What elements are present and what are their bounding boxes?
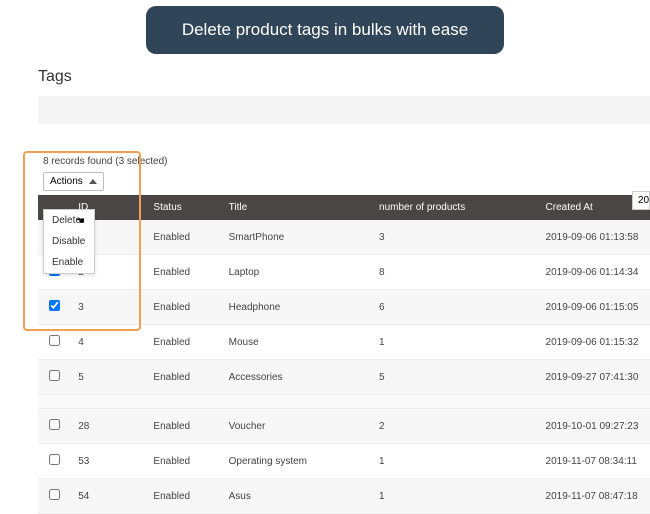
- table-row: 5EnabledAccessories52019-09-27 07:41:30: [38, 360, 650, 395]
- cell-num: 1: [371, 325, 538, 360]
- cell-title: Mouse: [221, 325, 371, 360]
- cell-id: 54: [70, 479, 145, 514]
- cell-num: 5: [371, 360, 538, 395]
- cell-num: 1: [371, 479, 538, 514]
- cell-id: 5: [70, 360, 145, 395]
- row-checkbox[interactable]: [49, 454, 60, 465]
- row-checkbox[interactable]: [49, 419, 60, 430]
- cell-title: Operating system: [221, 444, 371, 479]
- cell-title: SmartPhone: [221, 220, 371, 255]
- cell-created: 2019-09-06 01:15:05: [538, 290, 650, 325]
- cell-created: 2019-09-06 01:15:32: [538, 325, 650, 360]
- tags-table-wrap: ID Status Title number of products Creat…: [38, 195, 650, 514]
- col-title: Title: [221, 195, 371, 220]
- banner-text: Delete product tags in bulks with ease: [182, 20, 468, 39]
- table-row: 28EnabledVoucher22019-10-01 09:27:23: [38, 409, 650, 444]
- table-row: 4EnabledMouse12019-09-06 01:15:32: [38, 325, 650, 360]
- table-row: 3EnabledHeadphone62019-09-06 01:15:05: [38, 290, 650, 325]
- row-checkbox[interactable]: [49, 335, 60, 346]
- dropdown-delete[interactable]: Delete: [44, 210, 94, 231]
- cell-num: 2: [371, 409, 538, 444]
- cell-id: 28: [70, 409, 145, 444]
- cell-title: Laptop: [221, 255, 371, 290]
- cell-num: 8: [371, 255, 538, 290]
- cell-title: Voucher: [221, 409, 371, 444]
- actions-dropdown: Delete Disable Enable: [43, 209, 95, 274]
- cell-id: 3: [70, 290, 145, 325]
- col-num-products: number of products: [371, 195, 538, 220]
- caret-up-icon: [89, 179, 97, 184]
- year-filter[interactable]: 20: [632, 191, 650, 210]
- row-checkbox[interactable]: [49, 300, 60, 311]
- tags-table: ID Status Title number of products Creat…: [38, 195, 650, 514]
- cell-created: 2019-11-07 08:47:18: [538, 479, 650, 514]
- actions-label: Actions: [50, 176, 83, 187]
- table-header-row: ID Status Title number of products Creat…: [38, 195, 650, 220]
- row-checkbox[interactable]: [49, 489, 60, 500]
- cell-status: Enabled: [145, 325, 220, 360]
- cell-title: Headphone: [221, 290, 371, 325]
- cell-title: Asus: [221, 479, 371, 514]
- promo-banner: Delete product tags in bulks with ease: [146, 6, 504, 54]
- cell-num: 6: [371, 290, 538, 325]
- row-checkbox[interactable]: [49, 370, 60, 381]
- records-summary: 8 records found (3 selected): [43, 156, 650, 167]
- cell-num: 3: [371, 220, 538, 255]
- table-row: 53EnabledOperating system12019-11-07 08:…: [38, 444, 650, 479]
- page-title: Tags: [0, 54, 650, 96]
- cell-id: 4: [70, 325, 145, 360]
- table-row: EnabledSmartPhone32019-09-06 01:13:58: [38, 220, 650, 255]
- actions-button[interactable]: Actions: [43, 172, 104, 191]
- cell-status: Enabled: [145, 479, 220, 514]
- cell-status: Enabled: [145, 360, 220, 395]
- dropdown-disable[interactable]: Disable: [44, 231, 94, 252]
- cell-status: Enabled: [145, 409, 220, 444]
- cell-id: 53: [70, 444, 145, 479]
- dropdown-enable[interactable]: Enable: [44, 252, 94, 273]
- cell-status: Enabled: [145, 444, 220, 479]
- table-row: 2EnabledLaptop82019-09-06 01:14:34: [38, 255, 650, 290]
- cell-status: Enabled: [145, 220, 220, 255]
- cell-created: 2019-09-27 07:41:30: [538, 360, 650, 395]
- cell-created: 2019-11-07 08:34:11: [538, 444, 650, 479]
- cell-status: Enabled: [145, 290, 220, 325]
- col-status: Status: [145, 195, 220, 220]
- cell-created: 2019-10-01 09:27:23: [538, 409, 650, 444]
- filter-bar: [38, 96, 650, 124]
- cell-title: Accessories: [221, 360, 371, 395]
- cell-created: 2019-09-06 01:13:58: [538, 220, 650, 255]
- cell-status: Enabled: [145, 255, 220, 290]
- cell-created: 2019-09-06 01:14:34: [538, 255, 650, 290]
- table-row: 54EnabledAsus12019-11-07 08:47:18: [38, 479, 650, 514]
- cursor-icon: ☚: [76, 216, 85, 227]
- cell-num: 1: [371, 444, 538, 479]
